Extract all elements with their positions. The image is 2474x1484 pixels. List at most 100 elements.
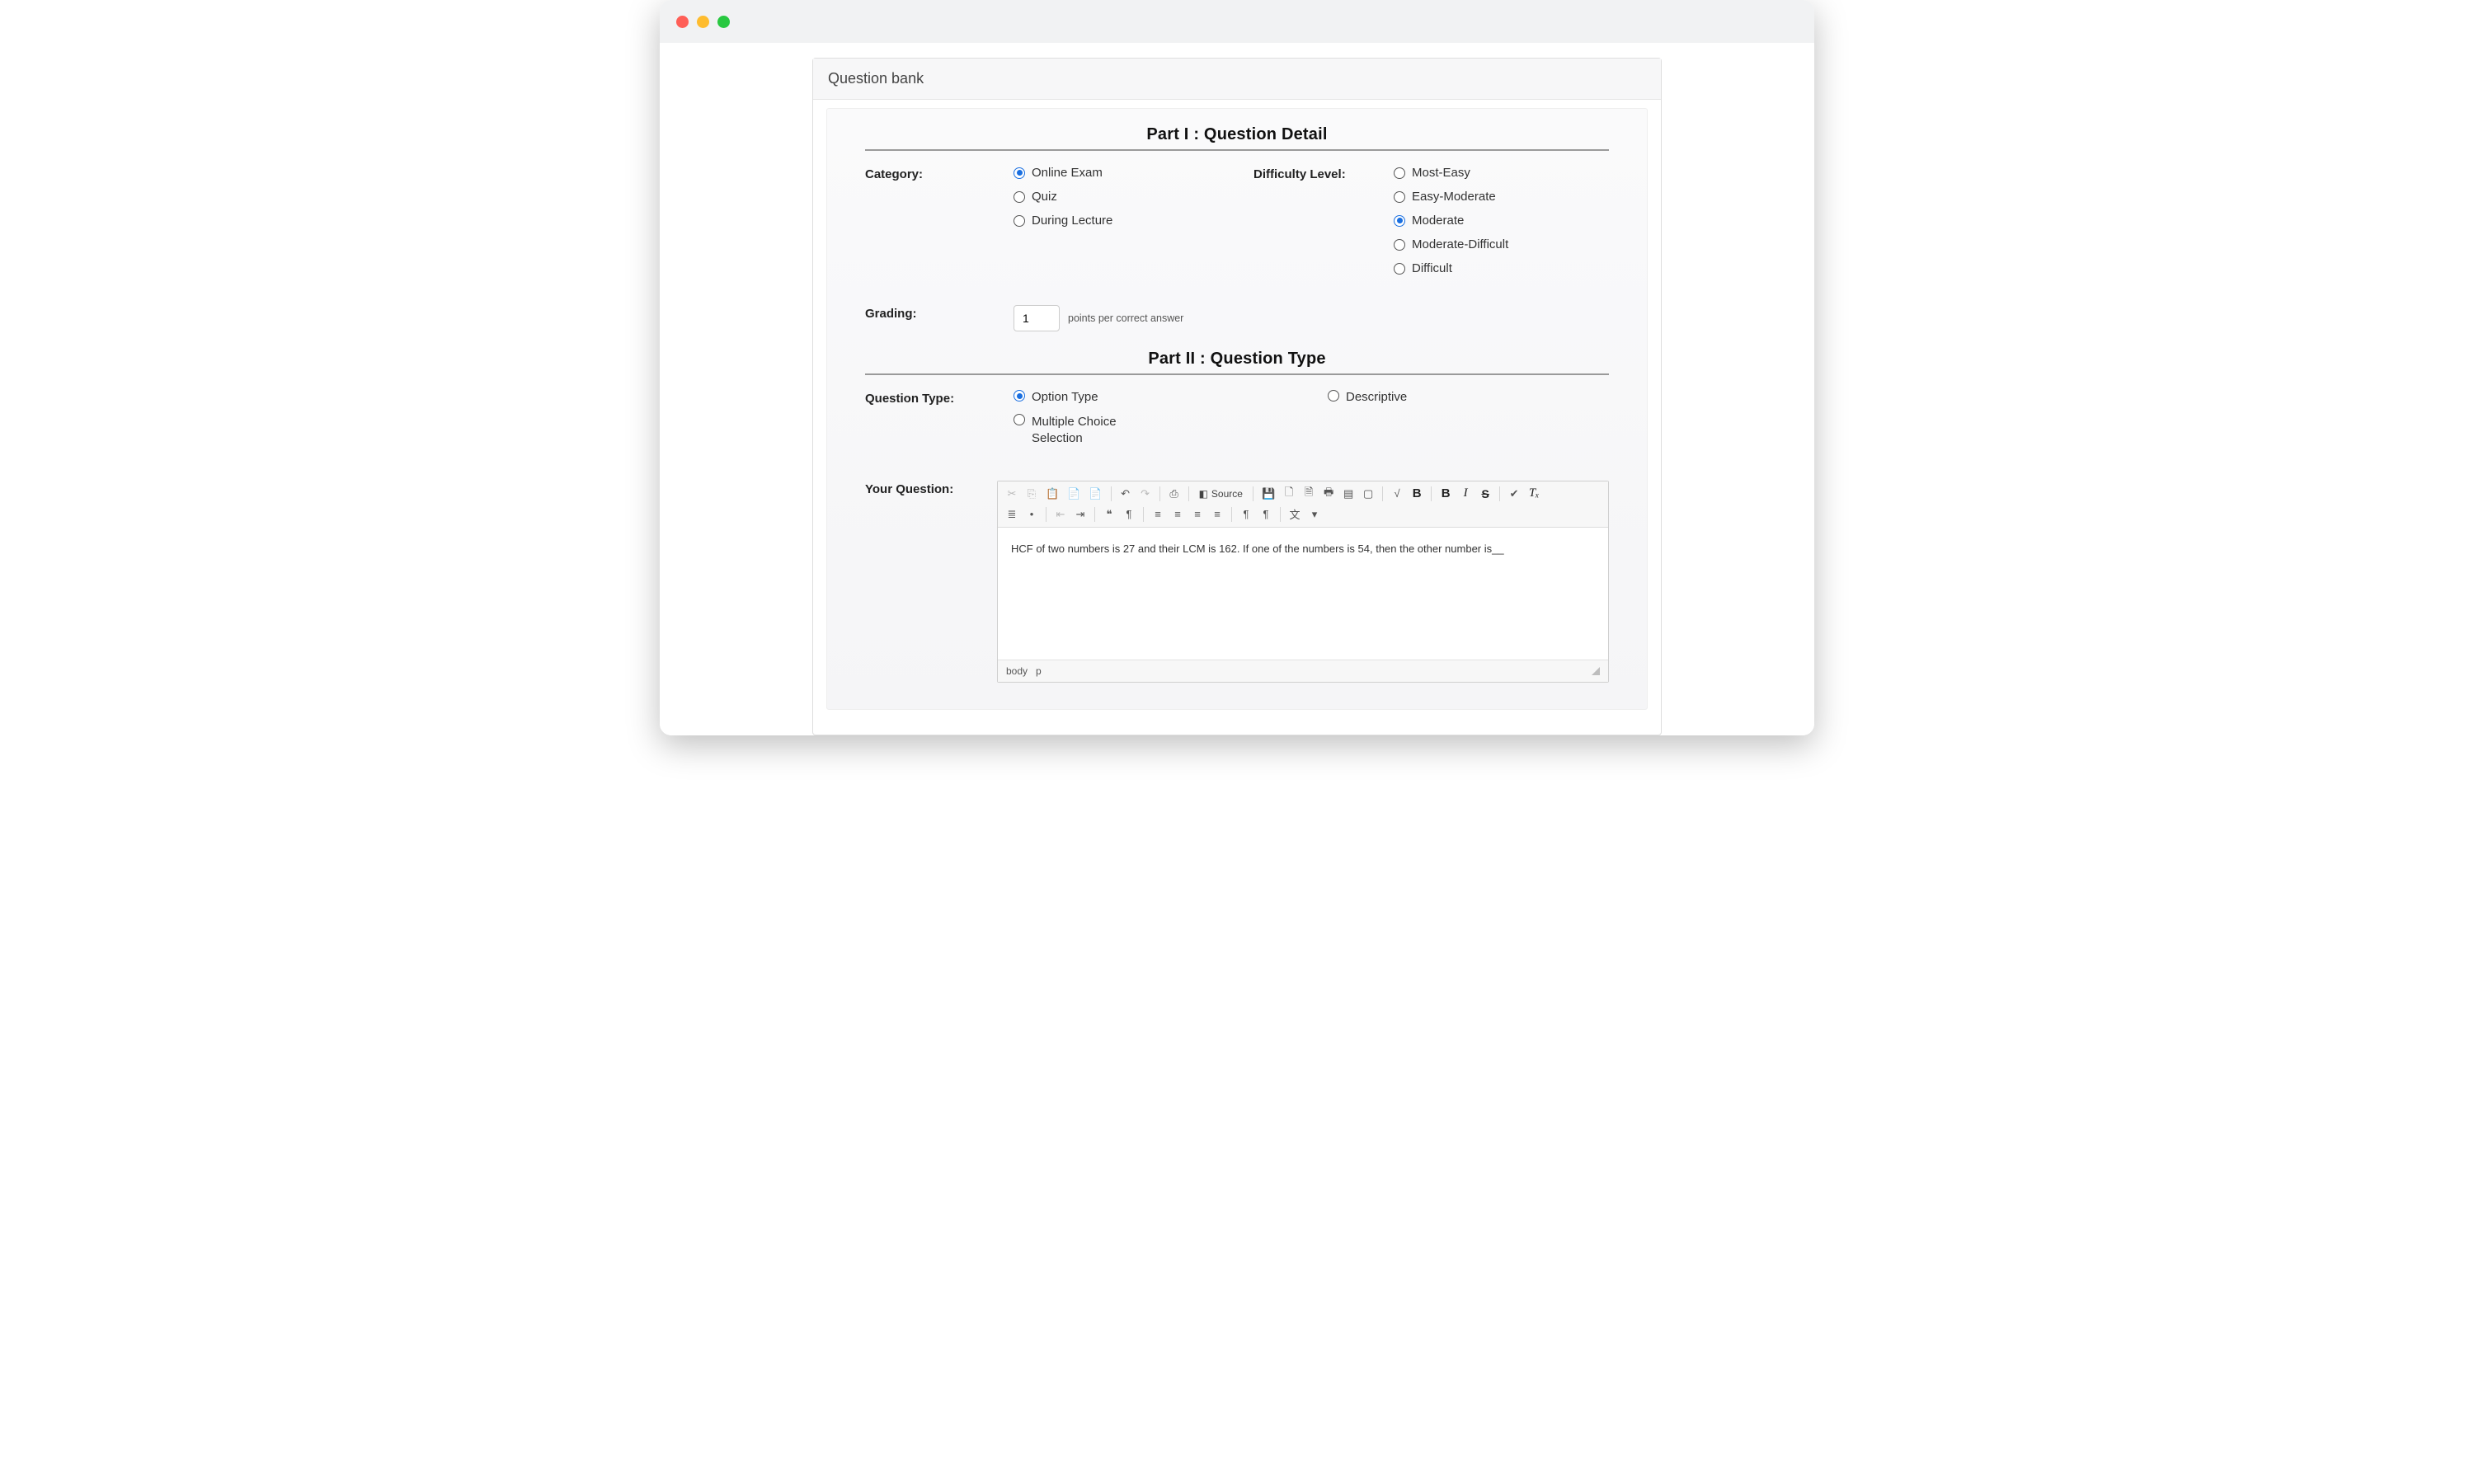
paste-icon[interactable]: 📋	[1042, 485, 1062, 503]
difficulty-option-moderate-difficult[interactable]: Moderate-Difficult	[1394, 237, 1609, 251]
copy-icon[interactable]: ⎘	[1023, 485, 1041, 503]
part1-columns: Category: Online Exam Quiz	[865, 166, 1609, 292]
radio-icon[interactable]	[1014, 390, 1025, 402]
editor-path[interactable]: body p	[1006, 665, 1042, 677]
radio-icon[interactable]	[1394, 191, 1405, 203]
align-justify-icon[interactable]: ≡	[1208, 505, 1226, 524]
qtype-option-type[interactable]: Option Type	[1014, 390, 1295, 404]
italic-button[interactable]: I	[1456, 485, 1475, 503]
spellcheck-icon[interactable]: ⎙	[1165, 485, 1183, 503]
source-label: Source	[1211, 488, 1243, 500]
strike-button[interactable]: S	[1476, 485, 1494, 503]
source-button[interactable]: ◧ Source	[1194, 485, 1248, 503]
maximize-icon[interactable]: ▢	[1359, 485, 1377, 503]
panel-title: Question bank	[813, 59, 1661, 100]
outdent-icon[interactable]: ⇤	[1051, 505, 1070, 524]
part2-divider	[865, 373, 1609, 375]
div-icon[interactable]: ¶	[1120, 505, 1138, 524]
toolbar-separator	[1231, 507, 1232, 522]
bold-icon[interactable]: B	[1408, 485, 1426, 503]
align-left-icon[interactable]: ≡	[1149, 505, 1167, 524]
your-question-row: Your Question: ✂ ⎘ 📋 📄 📄	[865, 481, 1609, 683]
grading-input[interactable]	[1014, 305, 1060, 331]
toolbar-separator	[1431, 486, 1432, 501]
editor-textarea[interactable]: HCF of two numbers is 27 and their LCM i…	[998, 528, 1608, 660]
templates-icon[interactable]: ▤	[1339, 485, 1357, 503]
qtype-left-col: Option Type Multiple Choice Selection	[1014, 390, 1295, 458]
ltr-icon[interactable]: ¶	[1237, 505, 1255, 524]
radio-icon[interactable]	[1394, 167, 1405, 179]
titlebar	[660, 0, 1814, 43]
radio-label: Moderate	[1412, 214, 1464, 228]
toolbar-separator	[1046, 507, 1047, 522]
qtype-descriptive[interactable]: Descriptive	[1328, 390, 1609, 404]
radio-label: Multiple Choice Selection	[1032, 414, 1139, 448]
radio-icon[interactable]	[1014, 191, 1025, 203]
difficulty-label: Difficulty Level:	[1253, 166, 1394, 181]
part1-divider	[865, 149, 1609, 151]
math-icon[interactable]: √	[1388, 485, 1406, 503]
your-question-label: Your Question:	[865, 481, 997, 496]
radio-icon[interactable]	[1394, 215, 1405, 227]
newpage-icon[interactable]: 🗋	[1280, 485, 1298, 503]
editor-footer: body p	[998, 660, 1608, 682]
difficulty-option-most-easy[interactable]: Most-Easy	[1394, 166, 1609, 180]
difficulty-column: Difficulty Level: Most-Easy Easy-Moderat…	[1253, 166, 1609, 292]
radio-label: During Lecture	[1032, 214, 1112, 228]
paste-text-icon[interactable]: 📄	[1064, 485, 1084, 503]
rich-text-editor: ✂ ⎘ 📋 📄 📄 ↶ ↷ ⎙	[997, 481, 1609, 683]
path-p[interactable]: p	[1036, 665, 1042, 677]
bold-button[interactable]: B	[1437, 485, 1455, 503]
window-minimize-dot[interactable]	[697, 16, 709, 28]
save-icon[interactable]: 💾	[1258, 485, 1278, 503]
difficulty-option-difficult[interactable]: Difficult	[1394, 261, 1609, 275]
toolbar-separator	[1111, 486, 1112, 501]
radio-icon[interactable]	[1014, 414, 1025, 425]
path-body[interactable]: body	[1006, 665, 1028, 677]
language-icon[interactable]: 文	[1286, 505, 1304, 524]
app-window: Question bank Part I : Question Detail C…	[660, 0, 1814, 735]
cut-icon[interactable]: ✂	[1003, 485, 1021, 503]
chevron-down-icon[interactable]: ▾	[1305, 505, 1324, 524]
resize-grip-icon[interactable]	[1592, 667, 1600, 675]
category-option-online-exam[interactable]: Online Exam	[1014, 166, 1221, 180]
redo-icon[interactable]: ↷	[1136, 485, 1155, 503]
radio-label: Option Type	[1032, 390, 1098, 404]
panel-body: Part I : Question Detail Category: Onlin…	[813, 100, 1661, 735]
part2-title: Part II : Question Type	[865, 346, 1609, 373]
paste-word-icon[interactable]: 📄	[1085, 485, 1105, 503]
unordered-list-icon[interactable]: •	[1023, 505, 1041, 524]
content-area: Question bank Part I : Question Detail C…	[660, 43, 1814, 735]
grading-hint: points per correct answer	[1068, 312, 1183, 324]
blockquote-icon[interactable]: ❝	[1100, 505, 1118, 524]
difficulty-option-moderate[interactable]: Moderate	[1394, 214, 1609, 228]
window-maximize-dot[interactable]	[717, 16, 730, 28]
toolbar-separator	[1280, 507, 1281, 522]
radio-icon[interactable]	[1014, 215, 1025, 227]
ordered-list-icon[interactable]: ≣	[1003, 505, 1021, 524]
undo-icon[interactable]: ↶	[1117, 485, 1135, 503]
category-option-during-lecture[interactable]: During Lecture	[1014, 214, 1221, 228]
radio-icon[interactable]	[1394, 263, 1405, 275]
form-card: Part I : Question Detail Category: Onlin…	[826, 108, 1648, 710]
category-option-quiz[interactable]: Quiz	[1014, 190, 1221, 204]
editor-toolbar: ✂ ⎘ 📋 📄 📄 ↶ ↷ ⎙	[998, 481, 1608, 528]
indent-icon[interactable]: ⇥	[1071, 505, 1089, 524]
difficulty-option-easy-moderate[interactable]: Easy-Moderate	[1394, 190, 1609, 204]
window-close-dot[interactable]	[676, 16, 689, 28]
rtl-icon[interactable]: ¶	[1257, 505, 1275, 524]
print-icon[interactable]: 🖶	[1319, 485, 1338, 503]
preview-icon[interactable]: 🗎	[1300, 485, 1318, 503]
part1-title: Part I : Question Detail	[865, 122, 1609, 149]
radio-icon[interactable]	[1014, 167, 1025, 179]
radio-icon[interactable]	[1394, 239, 1405, 251]
check-icon[interactable]: ✔	[1505, 485, 1523, 503]
qtype-multiple-choice[interactable]: Multiple Choice Selection	[1014, 414, 1295, 448]
radio-label: Moderate-Difficult	[1412, 237, 1508, 251]
radio-icon[interactable]	[1328, 390, 1339, 402]
remove-format-icon[interactable]: Tₓ	[1525, 485, 1543, 503]
align-right-icon[interactable]: ≡	[1188, 505, 1206, 524]
align-center-icon[interactable]: ≡	[1169, 505, 1187, 524]
toolbar-separator	[1188, 486, 1189, 501]
qtype-right-col: Descriptive	[1328, 390, 1609, 458]
